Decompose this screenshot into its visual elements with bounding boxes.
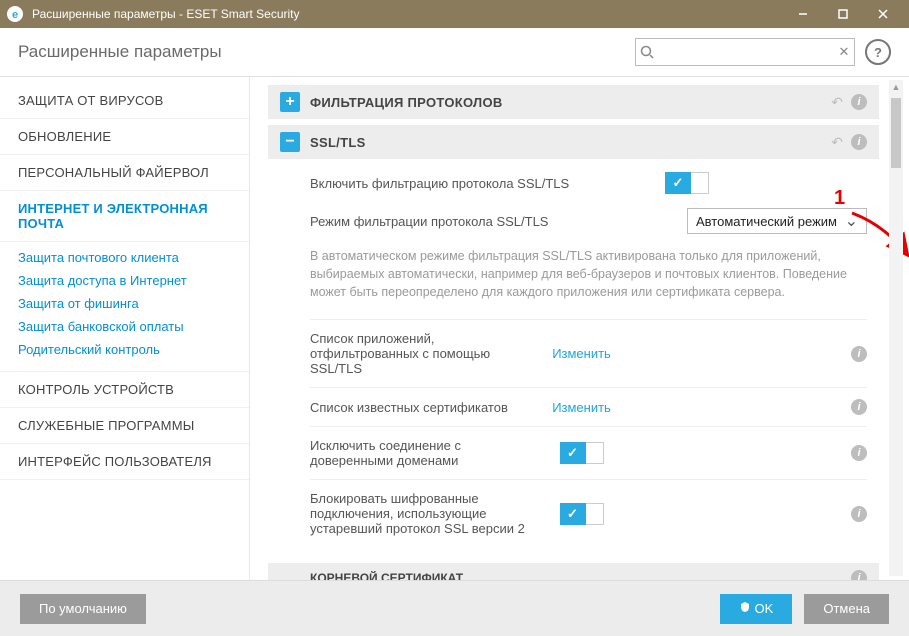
enable-ssl-toggle[interactable] bbox=[665, 172, 709, 194]
page-title: Расширенные параметры bbox=[18, 42, 222, 62]
collapse-icon[interactable]: − bbox=[280, 132, 300, 152]
mode-label: Режим фильтрации протокола SSL/TLS bbox=[310, 214, 679, 229]
footer: По умолчанию OK Отмена bbox=[0, 580, 909, 636]
sidebar-sub-mail[interactable]: Защита почтового клиента bbox=[0, 246, 249, 269]
mode-description: В автоматическом режиме фильтрация SSL/T… bbox=[310, 241, 867, 315]
sidebar-item-antivirus[interactable]: ЗАЩИТА ОТ ВИРУСОВ bbox=[0, 83, 249, 119]
info-icon[interactable]: i bbox=[851, 445, 867, 461]
header: Расширенные параметры ✕ ? bbox=[0, 28, 909, 77]
enable-ssl-label: Включить фильтрацию протокола SSL/TLS bbox=[310, 176, 657, 191]
expand-icon[interactable]: + bbox=[280, 92, 300, 112]
sidebar-sub-banking[interactable]: Защита банковской оплаты bbox=[0, 315, 249, 338]
sidebar-item-tools[interactable]: СЛУЖЕБНЫЕ ПРОГРАММЫ bbox=[0, 408, 249, 444]
titlebar: e Расширенные параметры - ESET Smart Sec… bbox=[0, 0, 909, 28]
default-button[interactable]: По умолчанию bbox=[20, 594, 146, 624]
app-logo-icon: e bbox=[6, 5, 24, 23]
scrollbar[interactable]: ▲ bbox=[889, 80, 903, 576]
sidebar-item-ui[interactable]: ИНТЕРФЕЙС ПОЛЬЗОВАТЕЛЯ bbox=[0, 444, 249, 480]
exclude-trusted-toggle[interactable] bbox=[560, 442, 604, 464]
maximize-button[interactable] bbox=[823, 0, 863, 28]
sidebar-item-device-control[interactable]: КОНТРОЛЬ УСТРОЙСТВ bbox=[0, 372, 249, 408]
help-button[interactable]: ? bbox=[865, 39, 891, 65]
svg-text:e: e bbox=[12, 9, 18, 21]
app-list-edit-link[interactable]: Изменить bbox=[552, 346, 611, 361]
block-old-ssl-label: Блокировать шифрованные подключения, исп… bbox=[310, 491, 552, 536]
sidebar-item-firewall[interactable]: ПЕРСОНАЛЬНЫЙ ФАЙЕРВОЛ bbox=[0, 155, 249, 191]
search-input-container[interactable]: ✕ bbox=[635, 38, 855, 66]
section-title: SSL/TLS bbox=[310, 135, 366, 150]
mode-select[interactable]: Автоматический режим bbox=[687, 208, 867, 234]
scroll-up-icon[interactable]: ▲ bbox=[889, 80, 903, 94]
window-title: Расширенные параметры - ESET Smart Secur… bbox=[32, 7, 300, 21]
minimize-button[interactable] bbox=[783, 0, 823, 28]
info-icon[interactable]: i bbox=[851, 94, 867, 110]
cert-list-edit-link[interactable]: Изменить bbox=[552, 400, 611, 415]
section-root-certificate[interactable]: КОРНЕВОЙ СЕРТИФИКАТ i bbox=[268, 563, 879, 581]
scrollbar-thumb[interactable] bbox=[891, 98, 901, 168]
shield-icon bbox=[739, 601, 751, 616]
info-icon[interactable]: i bbox=[851, 399, 867, 415]
cert-list-label: Список известных сертификатов bbox=[310, 400, 544, 415]
main-panel: + ФИЛЬТРАЦИЯ ПРОТОКОЛОВ ↶ i − SSL/TLS ↶ … bbox=[250, 77, 909, 581]
section-title: ФИЛЬТРАЦИЯ ПРОТОКОЛОВ bbox=[310, 95, 503, 110]
info-icon[interactable]: i bbox=[851, 506, 867, 522]
sidebar-sub-parental[interactable]: Родительский контроль bbox=[0, 338, 249, 361]
section-ssltls[interactable]: − SSL/TLS ↶ i bbox=[268, 125, 879, 159]
mode-value: Автоматический режим bbox=[696, 214, 837, 229]
ssltls-settings: Включить фильтрацию протокола SSL/TLS Ре… bbox=[268, 165, 879, 549]
ok-label: OK bbox=[755, 601, 774, 616]
close-button[interactable] bbox=[863, 0, 903, 28]
section-protocol-filtering[interactable]: + ФИЛЬТРАЦИЯ ПРОТОКОЛОВ ↶ i bbox=[268, 85, 879, 119]
undo-icon[interactable]: ↶ bbox=[831, 94, 843, 111]
ok-button[interactable]: OK bbox=[720, 594, 793, 624]
info-icon[interactable]: i bbox=[851, 346, 867, 362]
sidebar-item-update[interactable]: ОБНОВЛЕНИЕ bbox=[0, 119, 249, 155]
cancel-button[interactable]: Отмена bbox=[804, 594, 889, 624]
undo-icon[interactable]: ↶ bbox=[831, 134, 843, 151]
search-input[interactable] bbox=[658, 45, 834, 60]
app-list-label: Список приложений, отфильтрованных с пом… bbox=[310, 331, 544, 376]
sidebar: ЗАЩИТА ОТ ВИРУСОВ ОБНОВЛЕНИЕ ПЕРСОНАЛЬНЫ… bbox=[0, 77, 250, 581]
sidebar-sub-web[interactable]: Защита доступа в Интернет bbox=[0, 269, 249, 292]
exclude-trusted-label: Исключить соединение с доверенными домен… bbox=[310, 438, 552, 468]
clear-search-icon[interactable]: ✕ bbox=[834, 44, 854, 60]
search-icon bbox=[636, 45, 658, 59]
sidebar-item-internet-mail[interactable]: ИНТЕРНЕТ И ЭЛЕКТРОННАЯ ПОЧТА bbox=[0, 191, 249, 242]
sidebar-sub-antiphishing[interactable]: Защита от фишинга bbox=[0, 292, 249, 315]
block-old-ssl-toggle[interactable] bbox=[560, 503, 604, 525]
info-icon[interactable]: i bbox=[851, 134, 867, 150]
